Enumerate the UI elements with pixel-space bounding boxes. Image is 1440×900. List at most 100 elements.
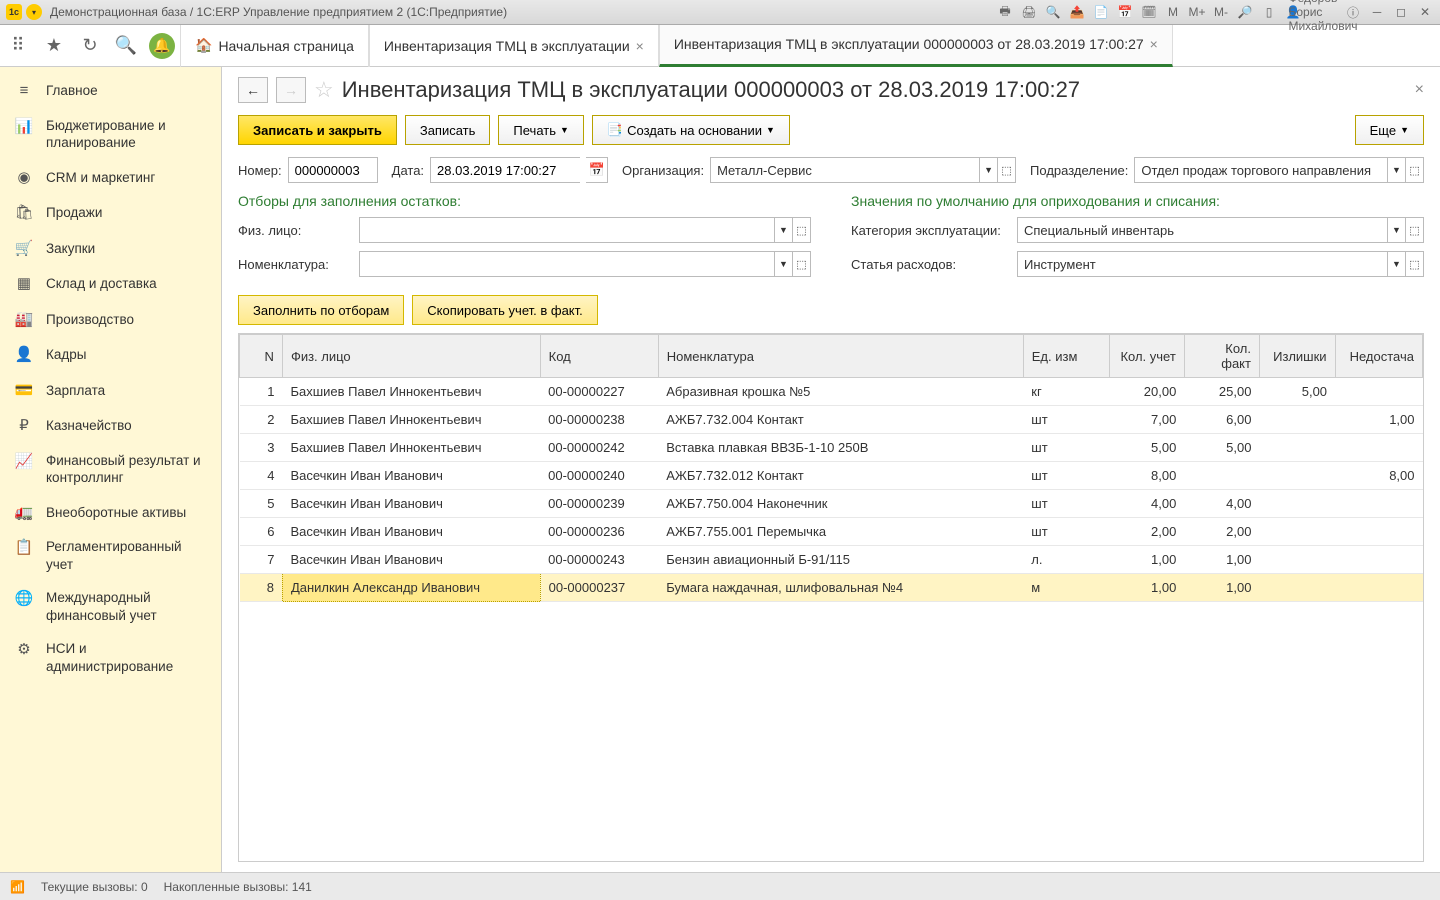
table-row[interactable]: 6Васечкин Иван Иванович00-00000236АЖБ7.7… — [240, 518, 1423, 546]
col-surplus[interactable]: Излишки — [1259, 335, 1335, 378]
open-icon[interactable]: ⬚ — [1405, 158, 1423, 182]
statusbar: 📶 Текущие вызовы: 0 Накопленные вызовы: … — [0, 872, 1440, 900]
col-code[interactable]: Код — [540, 335, 658, 378]
sidebar-item-10[interactable]: 📈Финансовый результат и контроллинг — [0, 444, 221, 495]
content: ← → ☆ Инвентаризация ТМЦ в эксплуатации … — [222, 67, 1440, 872]
sidebar-item-5[interactable]: ▦Склад и доставка — [0, 266, 221, 302]
chevron-down-icon[interactable]: ▼ — [1387, 252, 1405, 276]
favorites-icon[interactable]: ★ — [36, 25, 72, 67]
save-close-button[interactable]: Записать и закрыть — [238, 115, 397, 145]
copy-to-fact-button[interactable]: Скопировать учет. в факт. — [412, 295, 597, 325]
chevron-down-icon[interactable]: ▼ — [979, 158, 997, 182]
col-unit[interactable]: Ед. изм — [1023, 335, 1109, 378]
open-icon[interactable]: ⬚ — [792, 252, 810, 276]
table-row[interactable]: 1Бахшиев Павел Иннокентьевич00-00000227А… — [240, 378, 1423, 406]
close-icon[interactable]: × — [1150, 36, 1158, 52]
sidebar-item-0[interactable]: ≡Главное — [0, 73, 221, 109]
m-plus-icon[interactable]: M+ — [1188, 3, 1206, 21]
fill-button[interactable]: Заполнить по отборам — [238, 295, 404, 325]
chevron-down-icon[interactable]: ▼ — [1387, 218, 1405, 242]
notifications-icon[interactable]: 🔔 — [144, 25, 180, 67]
history-icon[interactable]: ↻ — [72, 25, 108, 67]
chevron-down-icon[interactable]: ▼ — [1387, 158, 1405, 182]
sidebar-item-8[interactable]: 💳Зарплата — [0, 373, 221, 409]
sidebar-item-1[interactable]: 📊Бюджетирование и планирование — [0, 109, 221, 160]
close-icon[interactable]: × — [636, 38, 644, 54]
preview-icon[interactable]: 🔍 — [1044, 3, 1062, 21]
search-icon[interactable]: 🔍 — [108, 25, 144, 67]
save-button[interactable]: Записать — [405, 115, 491, 145]
more-button[interactable]: Еще▼ — [1355, 115, 1424, 145]
date-label: Дата: — [392, 163, 424, 178]
calendar-icon[interactable]: 📅 — [586, 157, 608, 183]
sidebar-item-14[interactable]: ⚙НСИ и администрирование — [0, 632, 221, 683]
minimize-icon[interactable]: ─ — [1368, 3, 1386, 21]
expense-select[interactable]: Инструмент ▼ ⬚ — [1017, 251, 1424, 277]
open-icon[interactable]: ⬚ — [1405, 252, 1423, 276]
sidebar-item-3[interactable]: 🛍Продажи — [0, 195, 221, 231]
calc-icon[interactable]: 🗓 — [1140, 3, 1158, 21]
open-icon[interactable]: ⬚ — [792, 218, 810, 242]
tab-label: Инвентаризация ТМЦ в эксплуатации — [384, 38, 630, 54]
table-row[interactable]: 4Васечкин Иван Иванович00-00000240АЖБ7.7… — [240, 462, 1423, 490]
sidebar-icon: 📈 — [14, 452, 34, 472]
table-row[interactable]: 7Васечкин Иван Иванович00-00000243Бензин… — [240, 546, 1423, 574]
sidebar-item-7[interactable]: 👤Кадры — [0, 337, 221, 373]
sidebar: ≡Главное📊Бюджетирование и планирование◉C… — [0, 67, 222, 872]
person-select[interactable]: ▼ ⬚ — [359, 217, 811, 243]
nomenclature-select[interactable]: ▼ ⬚ — [359, 251, 811, 277]
apps-icon[interactable]: ⠿ — [0, 25, 36, 67]
nav-forward-button[interactable]: → — [276, 77, 306, 103]
excel-icon[interactable]: 📤 — [1068, 3, 1086, 21]
col-person[interactable]: Физ. лицо — [282, 335, 540, 378]
nav-back-button[interactable]: ← — [238, 77, 268, 103]
close-window-icon[interactable]: ✕ — [1416, 3, 1434, 21]
number-field[interactable] — [288, 157, 378, 183]
open-icon[interactable]: ⬚ — [1405, 218, 1423, 242]
org-select[interactable]: Металл-Сервис ▼ ⬚ — [710, 157, 1016, 183]
date-field[interactable] — [430, 157, 580, 183]
chevron-down-icon[interactable]: ▼ — [774, 218, 792, 242]
sidebar-item-9[interactable]: ₽Казначейство — [0, 408, 221, 444]
printer-icon[interactable]: 🖨 — [1020, 3, 1038, 21]
user-name[interactable]: Федоров Борис Михайлович — [1314, 3, 1332, 21]
chevron-down-icon[interactable]: ▼ — [774, 252, 792, 276]
app-menu-icon[interactable]: ▾ — [26, 4, 42, 20]
favorite-icon[interactable]: ☆ — [314, 77, 334, 103]
print-button[interactable]: Печать▼ — [498, 115, 584, 145]
col-qty-fact[interactable]: Кол. факт — [1184, 335, 1259, 378]
info-icon[interactable]: ⓘ — [1344, 3, 1362, 21]
table-row[interactable]: 5Васечкин Иван Иванович00-00000239АЖБ7.7… — [240, 490, 1423, 518]
category-select[interactable]: Специальный инвентарь ▼ ⬚ — [1017, 217, 1424, 243]
inventory-table[interactable]: N Физ. лицо Код Номенклатура Ед. изм Кол… — [238, 333, 1424, 862]
create-based-button[interactable]: 📑Создать на основании▼ — [592, 115, 790, 145]
tab-inventory-doc[interactable]: Инвентаризация ТМЦ в эксплуатации 000000… — [659, 25, 1173, 67]
sidebar-item-13[interactable]: 🌐Международный финансовый учет — [0, 581, 221, 632]
table-row[interactable]: 2Бахшиев Павел Иннокентьевич00-00000238А… — [240, 406, 1423, 434]
maximize-icon[interactable]: ◻ — [1392, 3, 1410, 21]
copy-icon[interactable]: 📄 — [1092, 3, 1110, 21]
calendar-icon[interactable]: 📅 — [1116, 3, 1134, 21]
sidebar-item-4[interactable]: 🛒Закупки — [0, 231, 221, 267]
table-row[interactable]: 3Бахшиев Павел Иннокентьевич00-00000242В… — [240, 434, 1423, 462]
col-shortage[interactable]: Недостача — [1335, 335, 1422, 378]
sidebar-item-12[interactable]: 📋Регламентированный учет — [0, 530, 221, 581]
col-nom[interactable]: Номенклатура — [658, 335, 1023, 378]
panel-icon[interactable]: ▯ — [1260, 3, 1278, 21]
tab-home[interactable]: 🏠 Начальная страница — [180, 25, 369, 67]
table-row[interactable]: 8Данилкин Александр Иванович00-00000237Б… — [240, 574, 1423, 602]
col-qty-acc[interactable]: Кол. учет — [1109, 335, 1184, 378]
open-icon[interactable]: ⬚ — [997, 158, 1015, 182]
m-minus-icon[interactable]: M- — [1212, 3, 1230, 21]
col-n[interactable]: N — [240, 335, 283, 378]
sidebar-item-label: Внеоборотные активы — [46, 504, 186, 522]
zoom-icon[interactable]: 🔎 — [1236, 3, 1254, 21]
m-icon[interactable]: M — [1164, 3, 1182, 21]
sidebar-item-6[interactable]: 🏭Производство — [0, 302, 221, 338]
dept-select[interactable]: Отдел продаж торгового направления ▼ ⬚ — [1134, 157, 1424, 183]
sidebar-item-11[interactable]: 🚛Внеоборотные активы — [0, 495, 221, 531]
print-icon[interactable]: 🖶 — [996, 3, 1014, 21]
close-page-icon[interactable]: × — [1415, 81, 1424, 99]
tab-inventory-list[interactable]: Инвентаризация ТМЦ в эксплуатации × — [369, 25, 659, 67]
sidebar-item-2[interactable]: ◉CRM и маркетинг — [0, 160, 221, 196]
